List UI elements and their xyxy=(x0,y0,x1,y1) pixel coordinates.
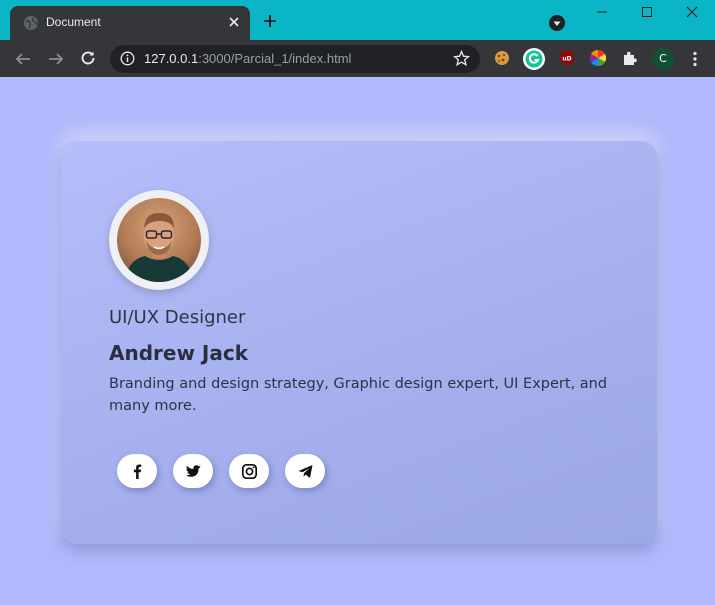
bookmark-star-icon[interactable] xyxy=(453,50,470,67)
color-picker-extension-icon[interactable] xyxy=(589,49,607,67)
avatar xyxy=(109,190,209,290)
tab-search-icon[interactable] xyxy=(549,15,565,31)
forward-arrow-icon[interactable] xyxy=(47,50,65,68)
grammarly-extension-icon[interactable] xyxy=(522,47,546,71)
minimize-icon[interactable] xyxy=(596,6,608,18)
reload-icon[interactable] xyxy=(79,49,97,67)
instagram-icon xyxy=(241,463,257,479)
url-text: 127.0.0.1:3000/Parcial_1/index.html xyxy=(144,51,351,66)
profile-bio: Branding and design strategy, Graphic de… xyxy=(109,376,608,414)
more-menu-icon[interactable] xyxy=(690,50,700,68)
back-arrow-icon[interactable] xyxy=(14,50,32,68)
profile-name: Andrew Jack xyxy=(109,341,248,365)
twitter-icon xyxy=(185,464,201,477)
new-tab-icon[interactable] xyxy=(262,13,278,29)
profile-avatar[interactable]: C xyxy=(652,48,674,70)
cookie-extension-icon[interactable] xyxy=(493,49,511,67)
site-info-icon[interactable] xyxy=(120,51,135,66)
maximize-icon[interactable] xyxy=(641,6,653,18)
facebook-icon xyxy=(133,464,141,479)
profile-photo xyxy=(117,198,201,282)
tab-title: Document xyxy=(46,15,101,29)
url-host: 127.0.0.1 xyxy=(144,51,199,66)
telegram-button[interactable] xyxy=(285,454,325,488)
telegram-icon xyxy=(298,464,312,478)
twitter-button[interactable] xyxy=(173,454,213,488)
instagram-button[interactable] xyxy=(229,454,269,488)
facebook-button[interactable] xyxy=(117,454,157,488)
url-path: :3000/Parcial_1/index.html xyxy=(198,51,352,66)
svg-text:uD: uD xyxy=(562,56,571,63)
extensions-puzzle-icon[interactable] xyxy=(621,49,639,67)
browser-tab[interactable]: Document xyxy=(10,6,250,40)
globe-icon xyxy=(24,16,38,30)
profile-role: UI/UX Designer xyxy=(109,307,246,328)
close-tab-icon[interactable] xyxy=(226,14,242,30)
window-close-icon[interactable] xyxy=(686,6,698,18)
ublock-extension-icon[interactable]: uD xyxy=(558,49,576,67)
